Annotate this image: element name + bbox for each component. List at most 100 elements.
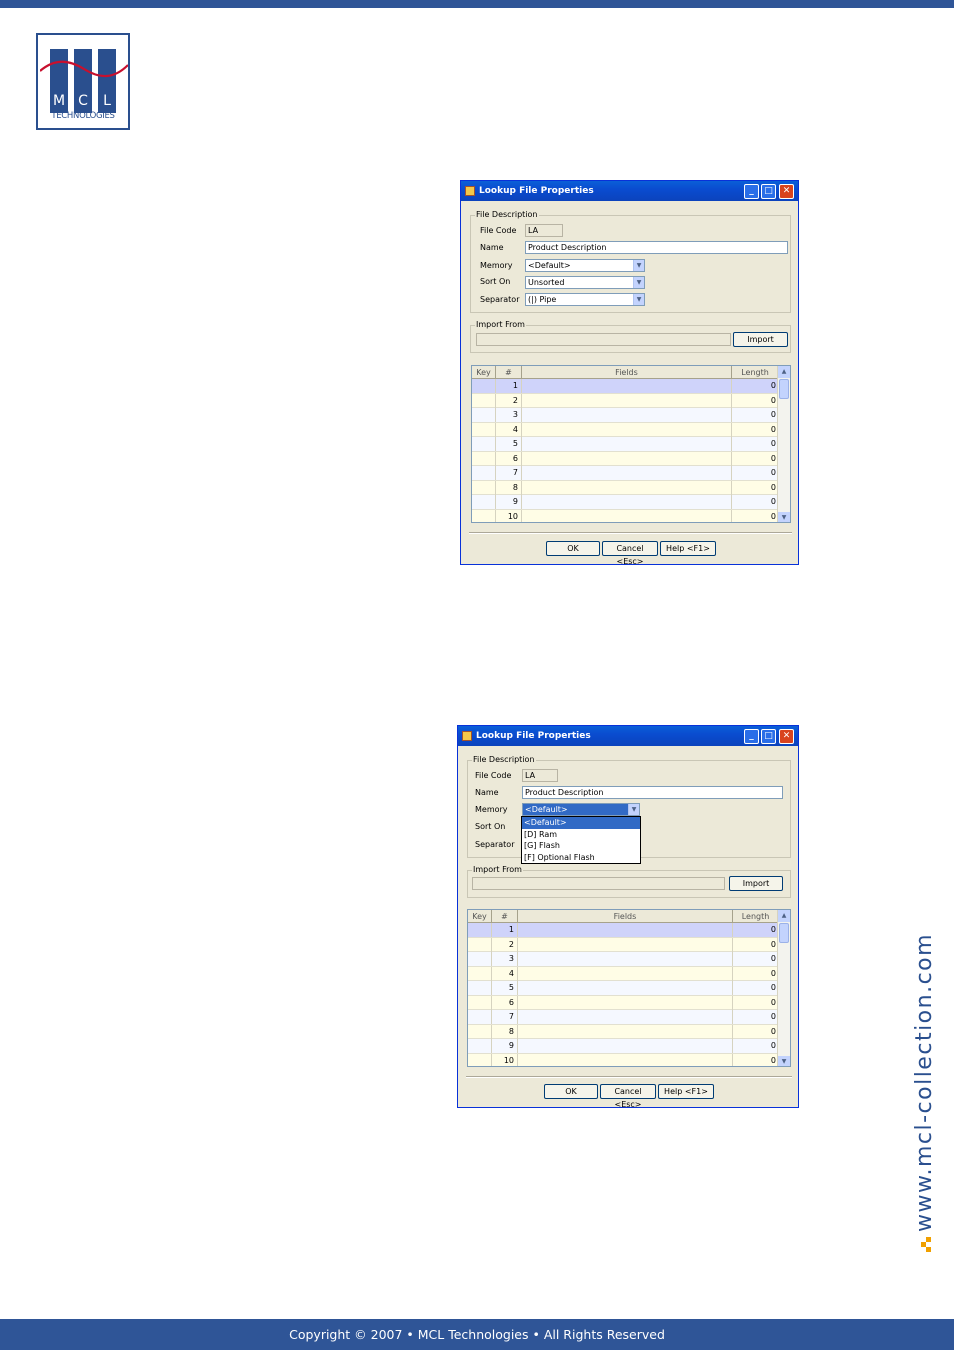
num-column-header[interactable]: #: [492, 910, 518, 923]
fields-grid: Key # Fields Length 10 20 30 40 50 60 70…: [467, 909, 791, 1067]
dialog-title-bar: Lookup File Properties _ □ ✕: [461, 181, 798, 201]
table-row[interactable]: 50: [468, 981, 779, 996]
import-button[interactable]: Import: [729, 876, 783, 891]
table-row[interactable]: 80: [472, 480, 779, 495]
dots-icon: [919, 1236, 931, 1252]
minimize-icon[interactable]: _: [744, 729, 759, 744]
fields-column-header[interactable]: Fields: [518, 910, 733, 923]
maximize-icon[interactable]: □: [761, 184, 776, 199]
name-field[interactable]: Product Description: [525, 241, 788, 254]
table-row[interactable]: 70: [468, 1010, 779, 1025]
close-icon[interactable]: ✕: [779, 184, 794, 199]
scroll-thumb[interactable]: [779, 923, 789, 943]
scroll-up-icon[interactable]: ▲: [778, 366, 790, 378]
separator-label: Separator: [480, 295, 520, 304]
scroll-thumb[interactable]: [779, 379, 789, 399]
grid-scrollbar[interactable]: ▲ ▼: [777, 910, 790, 1066]
table-row[interactable]: 20: [472, 393, 779, 408]
name-field[interactable]: Product Description: [522, 786, 783, 799]
table-row[interactable]: 40: [468, 966, 779, 981]
chevron-down-icon[interactable]: ▼: [628, 804, 639, 815]
row-number: 10: [492, 1053, 518, 1066]
help-button[interactable]: Help <F1>: [660, 541, 716, 556]
key-column-header[interactable]: Key: [468, 910, 492, 923]
separator-select[interactable]: (|) Pipe ▼: [525, 293, 645, 306]
chevron-down-icon[interactable]: ▼: [633, 294, 644, 305]
table-row[interactable]: 90: [472, 495, 779, 510]
row-number: 8: [496, 480, 522, 495]
row-number: 1: [492, 923, 518, 937]
row-length: 0: [770, 1041, 776, 1050]
maximize-icon[interactable]: □: [761, 729, 776, 744]
table-row[interactable]: 60: [472, 451, 779, 466]
table-row[interactable]: 20: [468, 937, 779, 952]
dropdown-option[interactable]: [F] Optional Flash: [522, 852, 640, 864]
table-row[interactable]: 70: [472, 466, 779, 481]
memory-select[interactable]: <Default> ▼: [522, 803, 640, 816]
table-row[interactable]: 90: [468, 1039, 779, 1054]
ok-button[interactable]: OK: [546, 541, 600, 556]
table-row[interactable]: 10 0: [472, 509, 779, 522]
row-length: 0: [770, 482, 776, 492]
dropdown-option[interactable]: [G] Flash: [522, 840, 640, 852]
minimize-icon[interactable]: _: [744, 184, 759, 199]
table-row[interactable]: 30: [468, 952, 779, 967]
chevron-down-icon[interactable]: ▼: [633, 277, 644, 288]
row-length: 0: [770, 395, 776, 405]
side-url-text[interactable]: www.mcl-collection.com: [912, 933, 937, 1232]
help-button[interactable]: Help <F1>: [658, 1084, 714, 1099]
side-url[interactable]: www.mcl-collection.com: [912, 872, 946, 1252]
memory-select[interactable]: <Default> ▼: [525, 259, 645, 272]
cancel-button[interactable]: Cancel <Esc>: [602, 541, 658, 564]
memory-value: <Default>: [525, 805, 568, 814]
memory-label: Memory: [480, 261, 513, 270]
table-row[interactable]: 10 0: [468, 1053, 779, 1066]
row-number: 3: [492, 952, 518, 966]
table-row[interactable]: 10: [472, 379, 779, 394]
divider: [466, 1076, 792, 1078]
row-number: 2: [492, 937, 518, 952]
cancel-button[interactable]: Cancel <Esc>: [600, 1084, 656, 1107]
length-column-header[interactable]: Length: [733, 910, 779, 923]
length-column-header[interactable]: Length: [732, 366, 779, 379]
table-row[interactable]: 60: [468, 995, 779, 1010]
scroll-down-icon[interactable]: ▼: [778, 1056, 790, 1066]
file-code-label: File Code: [475, 771, 512, 780]
grid-scrollbar[interactable]: ▲ ▼: [777, 366, 790, 522]
group-label: Import From: [472, 865, 523, 875]
chevron-down-icon[interactable]: ▼: [633, 260, 644, 271]
sort-on-select[interactable]: Unsorted ▼: [525, 276, 645, 289]
file-code-field: LA: [522, 769, 558, 782]
row-length: 0: [770, 410, 776, 419]
separator-value: (|) Pipe: [528, 295, 557, 304]
import-button[interactable]: Import: [733, 332, 788, 347]
logo-letter: C: [78, 93, 88, 109]
table-row[interactable]: 80: [468, 1024, 779, 1039]
fields-column-header[interactable]: Fields: [522, 366, 732, 379]
row-number: 4: [492, 966, 518, 981]
scroll-up-icon[interactable]: ▲: [778, 910, 790, 922]
close-icon[interactable]: ✕: [779, 729, 794, 744]
row-length: 0: [770, 468, 776, 477]
row-number: 9: [492, 1039, 518, 1053]
num-column-header[interactable]: #: [496, 366, 522, 379]
file-code-label: File Code: [480, 226, 517, 235]
row-number: 9: [496, 495, 522, 509]
row-length: 0: [770, 497, 776, 506]
table-row[interactable]: 30: [472, 408, 779, 423]
row-length: 0: [770, 439, 776, 448]
table-row[interactable]: 40: [472, 422, 779, 437]
ok-button[interactable]: OK: [544, 1084, 598, 1099]
app-icon: [465, 186, 475, 196]
row-number: 5: [496, 437, 522, 451]
table-row[interactable]: 50: [472, 437, 779, 452]
dropdown-option[interactable]: [D] Ram: [522, 829, 640, 841]
scroll-down-icon[interactable]: ▼: [778, 512, 790, 522]
table-row[interactable]: 10: [468, 923, 779, 938]
dropdown-option[interactable]: <Default>: [522, 817, 640, 829]
copyright-text: Copyright © 2007 • MCL Technologies • Al…: [289, 1327, 665, 1342]
row-length: 0: [770, 968, 776, 978]
row-length: 0: [770, 381, 776, 390]
key-column-header[interactable]: Key: [472, 366, 496, 379]
row-length: 0: [770, 939, 776, 949]
